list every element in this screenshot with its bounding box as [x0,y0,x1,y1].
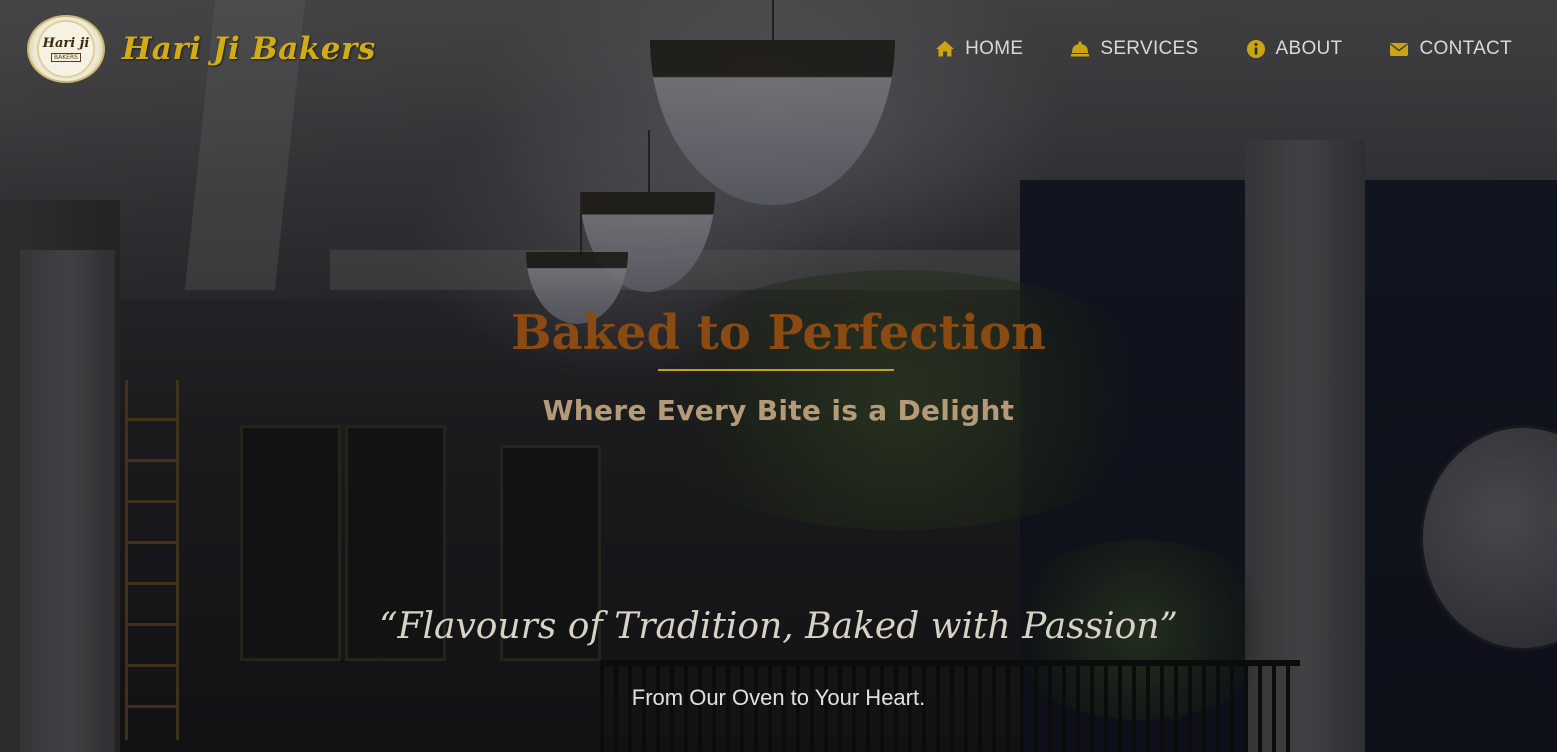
nav-services-label: SERVICES [1100,38,1199,59]
nav-services[interactable]: SERVICES [1070,38,1198,60]
hero-tagline: From Our Oven to Your Heart. [631,685,926,710]
hero-subtitle: Where Every Bite is a Delight [542,394,1015,427]
bell-icon [1071,41,1090,57]
nav-about-label: ABOUT [1275,38,1343,59]
hero-title: Baked to Perfection [510,305,1046,361]
brand[interactable]: Hari ji BAKERS Hari Ji Bakers [27,15,376,83]
home-icon [936,41,955,57]
main-nav: HOME SERVICES ABOUT CONTACT [935,38,1512,60]
nav-home[interactable]: HOME [935,38,1023,60]
logo-subtext: BAKERS [51,52,81,62]
nav-home-label: HOME [965,38,1024,59]
hero-quote: “Flavours of Tradition, Baked with Passi… [379,606,1178,647]
nav-contact-label: CONTACT [1419,38,1512,59]
brand-name[interactable]: Hari Ji Bakers [122,31,376,67]
envelope-icon [1390,43,1409,56]
nav-contact[interactable]: CONTACT [1389,38,1512,60]
logo-text: Hari ji [42,35,90,51]
info-icon [1246,40,1265,58]
nav-about[interactable]: ABOUT [1246,38,1343,60]
hero-section: Hari ji BAKERS Hari Ji Bakers HOME SERVI… [0,0,1557,752]
logo[interactable]: Hari ji BAKERS [27,15,105,83]
title-divider [658,369,894,371]
